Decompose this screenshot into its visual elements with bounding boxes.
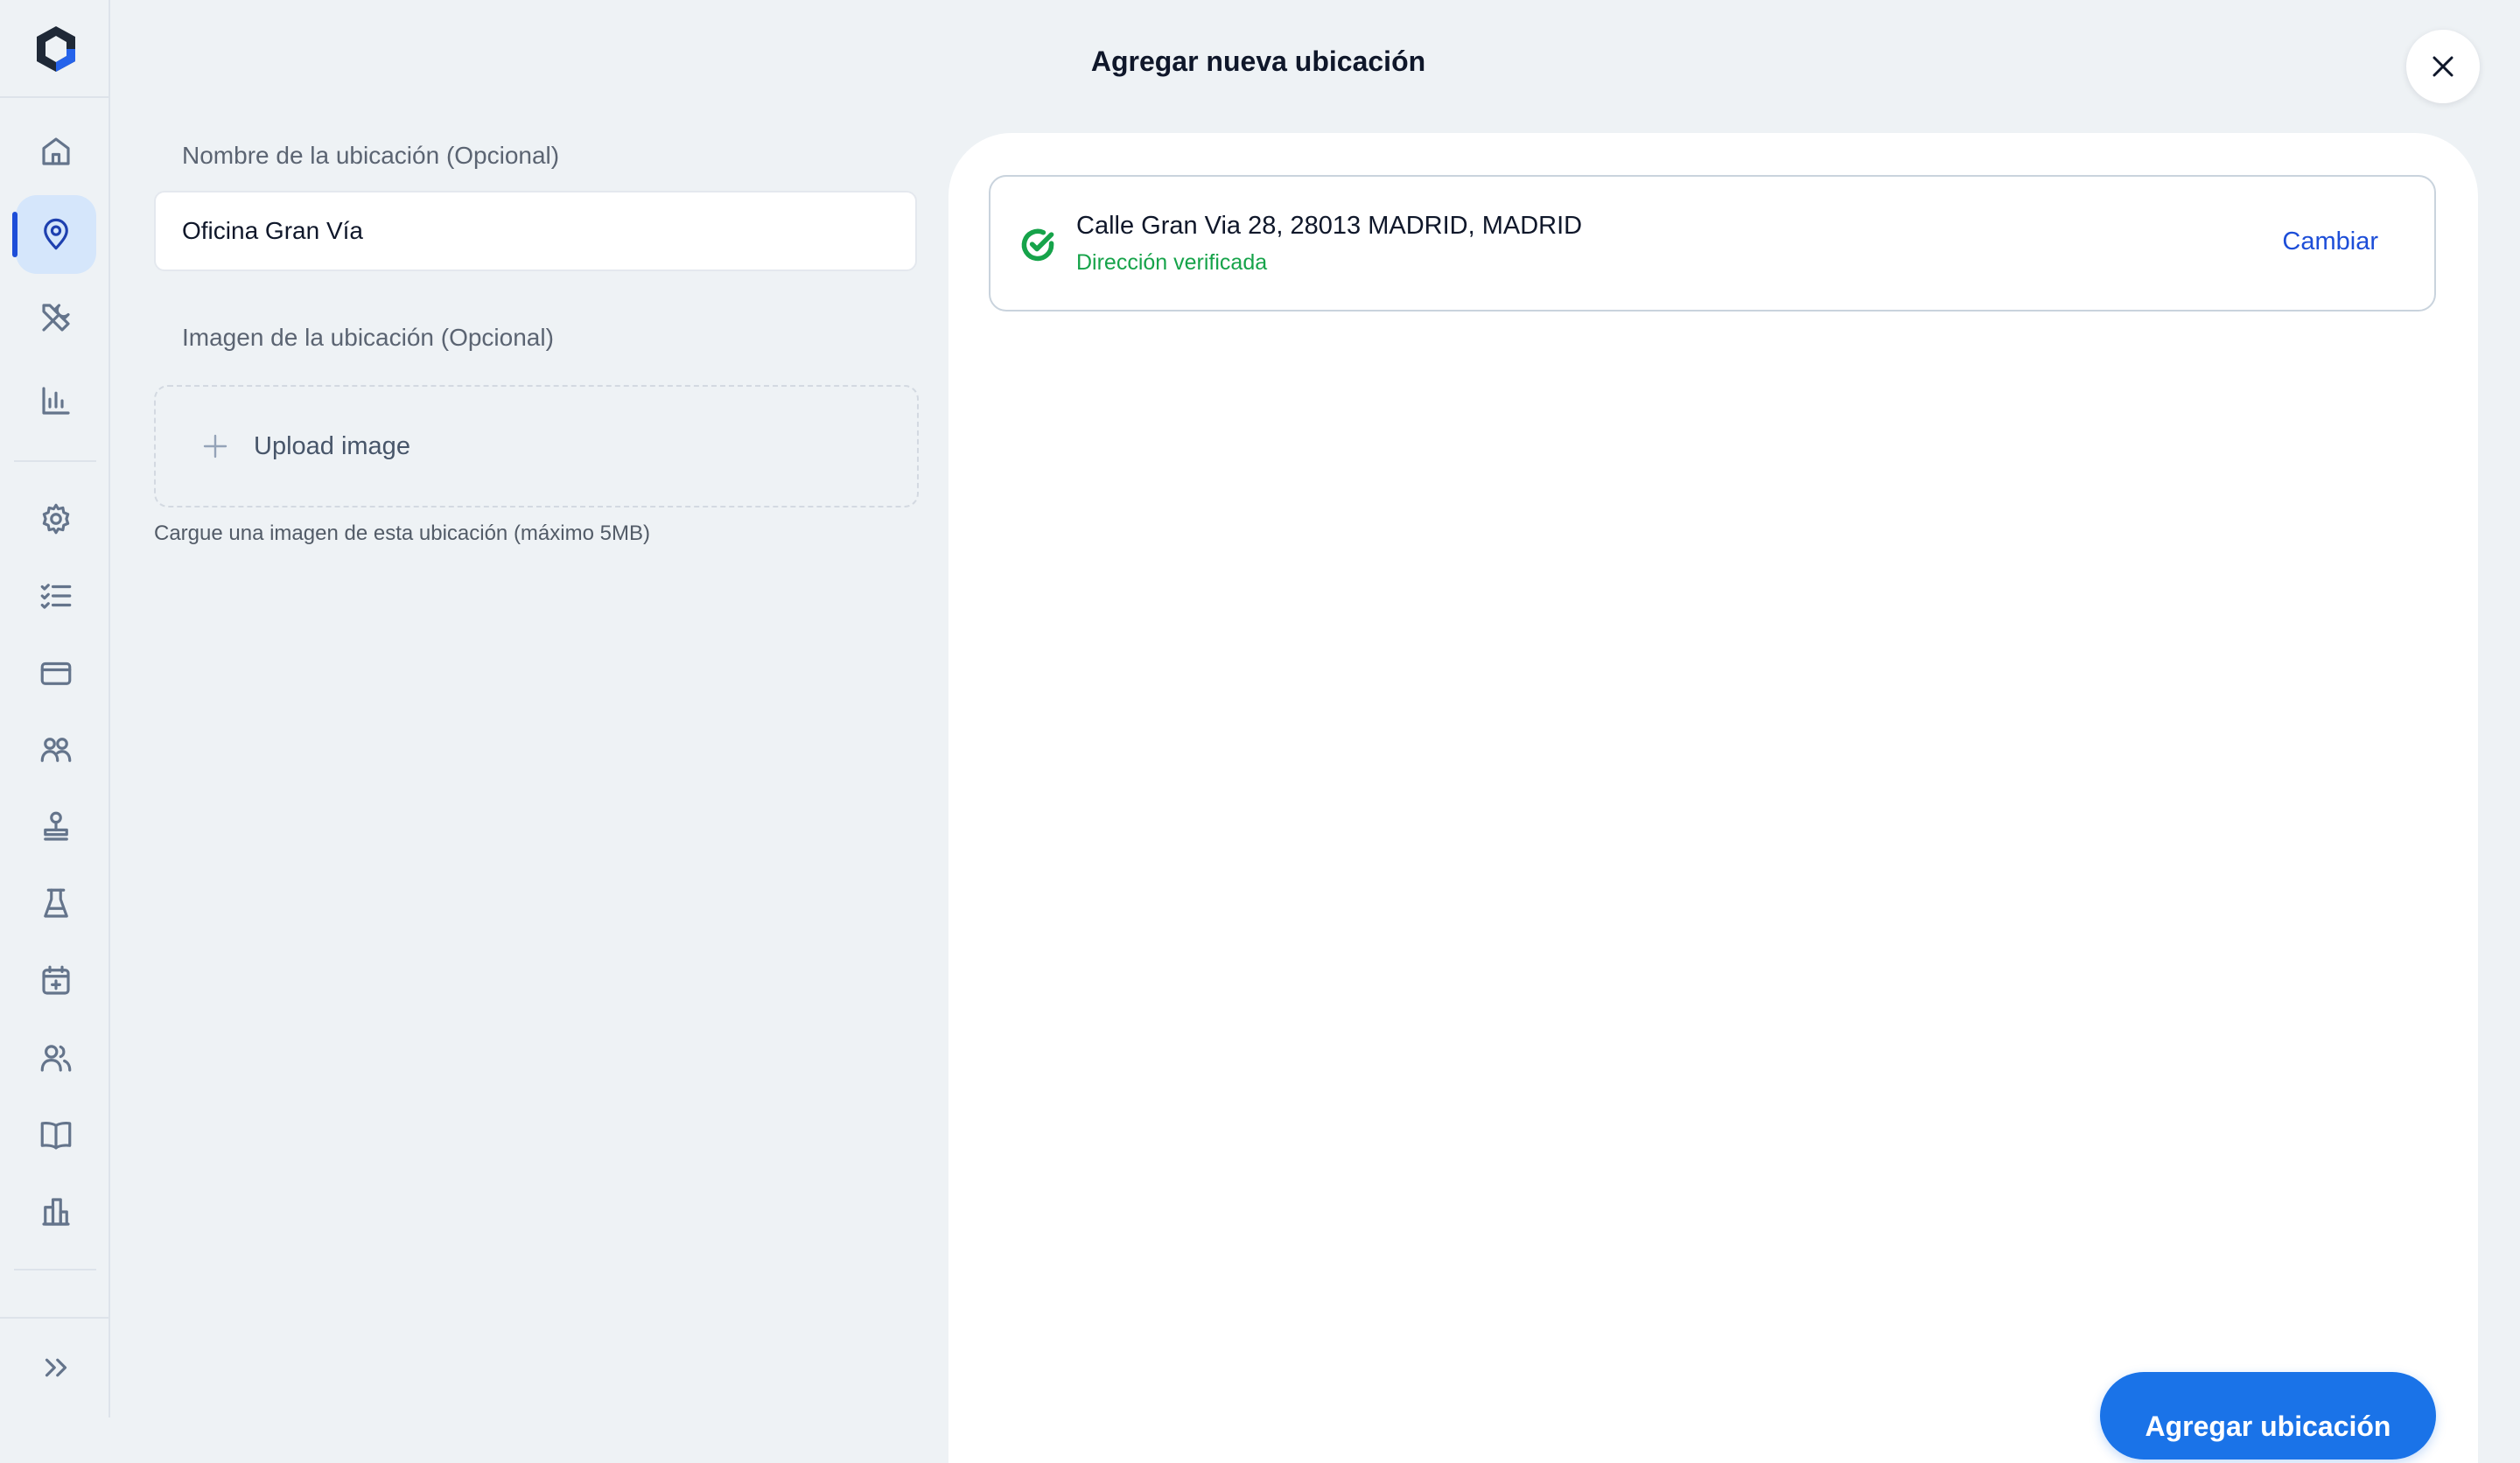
home-icon [42, 137, 70, 165]
stamp-icon [44, 811, 68, 841]
nav-docs[interactable] [16, 1096, 96, 1174]
sidebar [0, 0, 110, 1418]
group-icon [40, 738, 72, 762]
tools-icon [42, 304, 70, 332]
check-circle-icon [1018, 226, 1057, 264]
sidebar-divider [0, 1317, 110, 1319]
upload-image-label: Upload image [254, 431, 410, 460]
checklist-icon [40, 584, 72, 609]
nav-lab[interactable] [16, 864, 96, 943]
nav-locations[interactable] [12, 195, 96, 274]
address-card: Calle Gran Via 28, 28013 MADRID, MADRID … [989, 175, 2436, 312]
users-icon [40, 1045, 72, 1072]
location-image-label: Imagen de la ubicación (Opcional) [182, 324, 554, 351]
upload-help-text: Cargue una imagen de esta ubicación (máx… [154, 522, 650, 545]
close-button[interactable] [2406, 30, 2480, 103]
credit-card-icon [40, 662, 72, 685]
gear-icon [42, 503, 70, 535]
nav-checklists[interactable] [16, 556, 96, 635]
calendar-add-icon [42, 965, 70, 995]
page-title: Agregar nueva ubicación [1090, 46, 1426, 77]
close-icon [2432, 56, 2454, 77]
nav-users[interactable] [16, 1018, 96, 1097]
sidebar-divider [14, 460, 96, 462]
app-logo[interactable] [32, 23, 80, 75]
book-icon [40, 1121, 72, 1150]
sidebar-divider [0, 96, 110, 98]
verified-status: Dirección verificada [1076, 250, 1268, 275]
address-line: Calle Gran Via 28, 28013 MADRID, MADRID [1076, 212, 1583, 240]
nav-teams[interactable] [16, 710, 96, 789]
sidebar-divider [14, 1269, 96, 1270]
change-address-button[interactable]: Cambiar [2282, 228, 2378, 256]
add-location-button[interactable]: Agregar ubicación [2100, 1372, 2436, 1460]
plus-icon [203, 434, 228, 458]
nav-approvals[interactable] [16, 788, 96, 866]
active-indicator [12, 212, 18, 257]
nav-analytics[interactable] [16, 361, 96, 440]
bar-chart-icon [42, 387, 70, 415]
lab-flask-icon [44, 888, 68, 918]
map-panel[interactable] [948, 133, 2478, 1463]
expand-icon [45, 1358, 67, 1377]
nav-calendar[interactable] [16, 942, 96, 1020]
building-icon [42, 1198, 70, 1226]
upload-image-dropzone[interactable]: Upload image [154, 385, 919, 508]
nav-settings[interactable] [16, 480, 96, 558]
location-pin-icon [44, 218, 68, 250]
nav-buildings[interactable] [16, 1172, 96, 1251]
location-name-label: Nombre de la ubicación (Opcional) [182, 142, 560, 169]
nav-billing[interactable] [16, 634, 96, 712]
nav-home[interactable] [16, 112, 96, 191]
nav-tools[interactable] [16, 278, 96, 357]
sidebar-expand-button[interactable] [16, 1328, 96, 1407]
location-name-input[interactable] [154, 191, 917, 271]
